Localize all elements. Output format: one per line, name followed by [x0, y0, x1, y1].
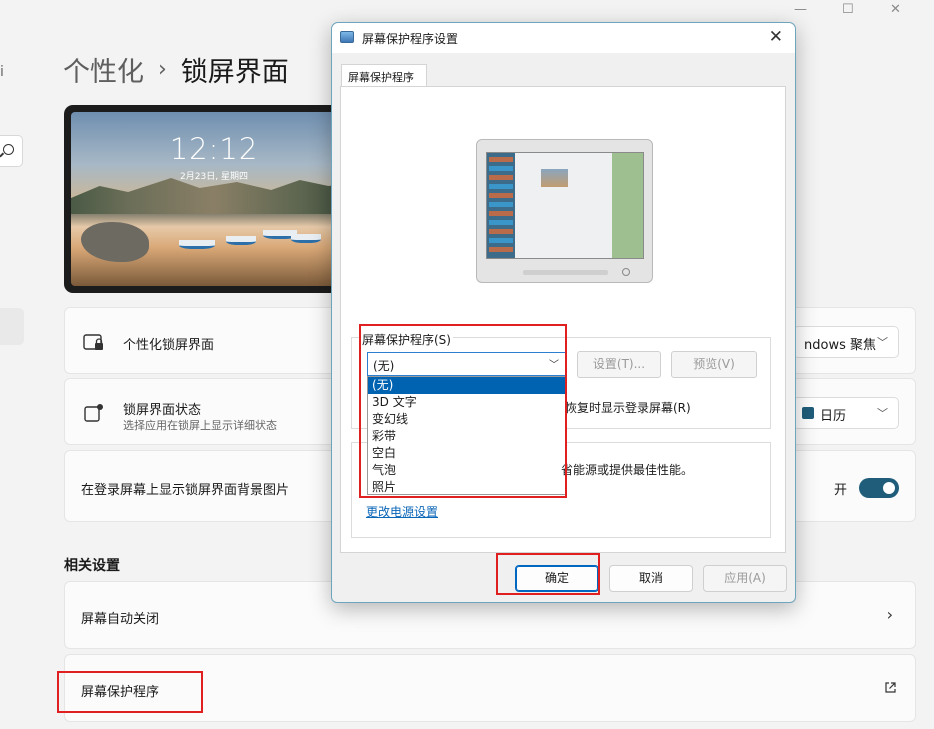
power-icon	[622, 268, 630, 276]
dialog-titlebar[interactable]: 屏幕保护程序设置 ✕	[332, 23, 795, 53]
tab-screensaver[interactable]: 屏幕保护程序	[341, 64, 427, 87]
search-icon	[3, 144, 14, 155]
boat-decoration	[226, 236, 256, 245]
monitor-preview	[476, 139, 653, 283]
monitor-slot-decoration	[523, 270, 608, 275]
preview-button[interactable]: 预览(V)	[671, 351, 757, 378]
card-title: 屏幕自动关闭	[81, 612, 160, 627]
status-app-dropdown[interactable]: 日历 ﹀	[793, 397, 899, 429]
close-icon[interactable]: ✕	[890, 2, 901, 17]
change-power-settings-link[interactable]: 更改电源设置	[366, 503, 438, 520]
chevron-right-icon: ›	[886, 605, 893, 624]
lockscreen-date: 2月23日, 星期四	[180, 172, 248, 182]
breadcrumb: 个性化 › 锁屏界面	[63, 50, 289, 89]
window-controls: — ☐ ✕	[774, 0, 934, 24]
lockscreen-preview-image: 12:12 2月23日, 星期四	[71, 112, 357, 286]
show-background-toggle[interactable]	[859, 478, 899, 498]
monitor-screen	[486, 152, 644, 259]
chevron-down-icon: ﹀	[877, 407, 888, 420]
status-app-icon	[84, 404, 103, 422]
rock-decoration	[81, 222, 149, 262]
breadcrumb-parent[interactable]: 个性化	[63, 50, 144, 89]
chevron-down-icon: ﹀	[877, 336, 888, 349]
card-title: 锁屏界面状态	[123, 403, 202, 418]
section-title: 相关设置	[64, 558, 120, 574]
resume-login-checkbox-label[interactable]: 恢复时显示登录屏幕(R)	[565, 399, 691, 416]
monitor-icon	[340, 31, 354, 43]
search-input[interactable]	[0, 135, 23, 167]
highlight-box-screensaver-list	[359, 324, 567, 498]
card-title: 个性化锁屏界面	[123, 338, 215, 353]
highlight-box-ok	[496, 553, 600, 595]
maximize-icon[interactable]: ☐	[842, 2, 854, 17]
page-title: 锁屏界面	[180, 57, 289, 88]
nav-selected-item[interactable]	[0, 308, 24, 345]
close-icon[interactable]: ✕	[769, 27, 783, 47]
chevron-right-icon: ›	[158, 57, 167, 82]
lockscreen-type-dropdown[interactable]: ndows 聚焦 ﹀	[793, 326, 899, 358]
nav-edge-glyph: i	[0, 64, 4, 80]
highlight-box-screensaver	[57, 671, 203, 713]
minimize-icon[interactable]: —	[794, 2, 807, 17]
boat-decoration	[291, 234, 321, 243]
lockscreen-picture-icon	[83, 334, 103, 350]
dropdown-value: 日历	[820, 409, 847, 424]
card-title: 在登录屏幕上显示锁屏界面背景图片	[81, 483, 290, 498]
lockscreen-preview: 12:12 2月23日, 星期四	[64, 105, 364, 293]
dialog-title: 屏幕保护程序设置	[362, 32, 459, 46]
desktop-icons-decoration	[489, 157, 513, 253]
power-description: 省能源或提供最佳性能。	[561, 463, 694, 477]
external-link-icon	[885, 682, 896, 693]
apply-button[interactable]: 应用(A)	[703, 565, 787, 592]
thumbnail-decoration	[541, 169, 568, 187]
settings-button[interactable]: 设置(T)...	[577, 351, 661, 378]
card-subtitle: 选择应用在锁屏上显示详细状态	[123, 419, 277, 432]
boat-decoration	[179, 240, 215, 249]
lockscreen-time: 12:12	[169, 132, 259, 166]
dropdown-value: ndows 聚焦	[804, 338, 876, 353]
calendar-icon	[802, 407, 814, 419]
screensaver-settings-dialog: 屏幕保护程序设置 ✕ 屏幕保护程序 屏幕保护程序(S) (无) ﹀ (无) 3D…	[331, 22, 796, 603]
toggle-label: 开	[833, 483, 847, 498]
cancel-button[interactable]: 取消	[609, 565, 693, 592]
